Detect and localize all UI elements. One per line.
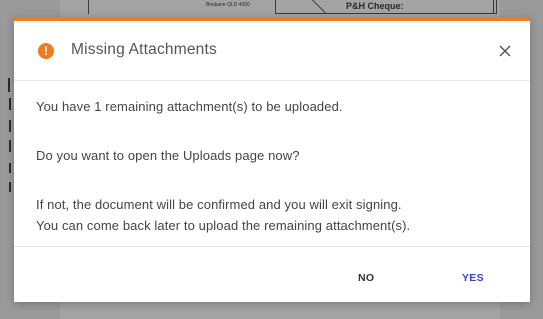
background-mark: [9, 182, 11, 192]
background-cheque-label: P&H Cheque:: [346, 1, 404, 11]
remaining-attachments-message: You have 1 remaining attachment(s) to be…: [36, 99, 343, 114]
dialog-title: Missing Attachments: [71, 41, 217, 58]
missing-attachments-dialog: ! Missing Attachments You have 1 remaini…: [14, 17, 530, 302]
warning-icon: !: [38, 43, 54, 59]
confirm-warning-message: If not, the document will be confirmed a…: [36, 197, 402, 212]
close-icon: [499, 45, 511, 57]
background-mark: [9, 120, 11, 132]
background-mark: [9, 163, 11, 173]
background-mark: [9, 140, 11, 152]
close-button[interactable]: [495, 41, 515, 61]
no-button[interactable]: NO: [358, 272, 374, 284]
open-uploads-question: Do you want to open the Uploads page now…: [36, 148, 300, 163]
yes-button[interactable]: YES: [462, 272, 484, 284]
background-mark: [8, 78, 10, 92]
dialog-header: ! Missing Attachments: [14, 21, 530, 81]
background-rule: [88, 0, 89, 14]
background-small-text: Brisbane QLD 4000: [206, 2, 250, 8]
dialog-footer: NO YES: [14, 246, 530, 302]
come-back-later-message: You can come back later to upload the re…: [36, 218, 411, 233]
background-mark: [9, 98, 11, 110]
